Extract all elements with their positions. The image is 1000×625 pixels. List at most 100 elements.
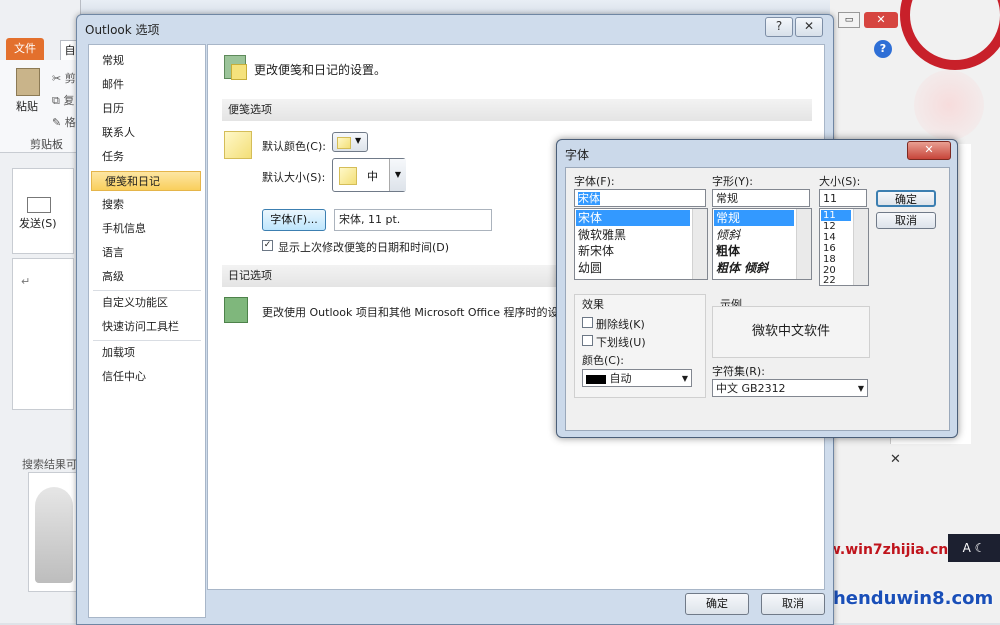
font-preview-field: 宋体, 11 pt. — [334, 209, 492, 231]
return-mark-icon: ↵ — [21, 275, 31, 288]
strikeout-label[interactable]: 删除线(K) — [596, 316, 645, 332]
nav-item-tasks[interactable]: 任务 — [89, 147, 201, 167]
language-bar-icon[interactable]: A ☾ — [948, 534, 1000, 562]
options-ok-button[interactable]: 确定 — [685, 593, 749, 615]
nav-item-contacts[interactable]: 联系人 — [89, 123, 201, 143]
font-option[interactable]: 幼圆 — [576, 260, 602, 276]
underline-label[interactable]: 下划线(U) — [596, 334, 646, 350]
size-option[interactable]: 11 — [821, 210, 851, 221]
nav-divider — [93, 290, 201, 291]
color-select[interactable]: 自动 ▼ — [582, 369, 692, 387]
scissors-icon: ✂ — [52, 72, 62, 85]
font-option[interactable]: 新宋体 — [576, 243, 614, 259]
default-size-picker[interactable]: 中 ▼ — [332, 158, 406, 192]
nav-item-quick-access[interactable]: 快速访问工具栏 — [89, 317, 201, 337]
style-label: 字形(Y): — [712, 175, 754, 188]
size-option[interactable]: 14 — [821, 232, 836, 243]
font-option[interactable]: 微软雅黑 — [576, 227, 626, 243]
notes-journal-icon — [224, 55, 247, 80]
paste-label[interactable]: 粘贴 — [16, 98, 38, 114]
size-list[interactable]: 11 12 14 16 18 20 22 — [819, 208, 869, 286]
size-input[interactable]: 11 — [819, 189, 867, 207]
nav-item-mobile[interactable]: 手机信息 — [89, 219, 201, 239]
nav-item-search[interactable]: 搜索 — [89, 195, 201, 215]
format-painter-button[interactable]: ✎ 格 — [52, 114, 76, 130]
nav-item-addins[interactable]: 加载项 — [89, 343, 201, 363]
default-color-picker[interactable]: ▼ — [332, 132, 368, 152]
paste-icon[interactable] — [16, 68, 40, 96]
size-option[interactable]: 12 — [821, 221, 836, 232]
script-label: 字符集(R): — [712, 365, 765, 378]
brush-icon: ✎ — [52, 116, 62, 129]
nav-item-advanced[interactable]: 高级 — [89, 267, 201, 287]
header-text: 更改便笺和日记的设置。 — [254, 63, 387, 77]
envelope-icon — [27, 197, 51, 213]
message-body[interactable]: ↵ — [12, 258, 74, 410]
font-list[interactable]: 宋体 微软雅黑 新宋体 幼圆 — [574, 208, 708, 280]
style-input[interactable]: 常规 — [712, 189, 810, 207]
options-cancel-button[interactable]: 取消 — [761, 593, 825, 615]
chevron-down-icon: ▼ — [857, 384, 864, 393]
default-color-label: 默认颜色(C): — [262, 140, 326, 153]
decorative-circle — [914, 70, 984, 140]
copy-button[interactable]: ⧉ 复 — [52, 92, 74, 108]
size-option[interactable]: 22 — [821, 275, 836, 285]
font-list-scrollbar[interactable] — [692, 209, 707, 279]
script-select[interactable]: 中文 GB2312 ▼ — [712, 379, 868, 397]
font-dialog-body: 字体(F): 宋体 宋体 微软雅黑 新宋体 幼圆 字形(Y): 常规 常规 倾斜… — [565, 167, 950, 431]
close-window-icon[interactable]: ✕ — [864, 12, 898, 28]
person-silhouette-icon — [35, 487, 73, 583]
sample-preview: 微软中文软件 — [712, 306, 870, 358]
tab-file[interactable]: 文件 — [6, 38, 44, 60]
font-ok-button[interactable]: 确定 — [876, 190, 936, 207]
style-option[interactable]: 粗体 — [714, 243, 740, 259]
journal-text: 更改使用 Outlook 项目和其他 Microsoft Office 程序时的… — [262, 306, 559, 319]
chevron-down-icon: ▼ — [355, 136, 362, 145]
nav-item-general[interactable]: 常规 — [89, 51, 201, 71]
nav-item-trust-center[interactable]: 信任中心 — [89, 367, 201, 387]
color-swatch-icon — [337, 137, 351, 149]
nav-item-customize-ribbon[interactable]: 自定义功能区 — [89, 293, 201, 313]
help-icon[interactable]: ? — [874, 40, 892, 58]
font-input[interactable]: 宋体 — [574, 189, 706, 207]
contact-photo — [28, 472, 80, 592]
nav-item-mail[interactable]: 邮件 — [89, 75, 201, 95]
notes-section-header: 便笺选项 — [222, 99, 812, 121]
watermark-url-2: Shenduwin8.com — [820, 588, 994, 609]
show-date-checkbox[interactable]: ✓ — [262, 240, 273, 251]
nav-item-notes-journal[interactable]: 便笺和日记 — [91, 171, 201, 191]
decorative-logo — [900, 0, 1000, 70]
nav-item-calendar[interactable]: 日历 — [89, 99, 201, 119]
size-list-scrollbar[interactable] — [853, 209, 868, 285]
close-icon[interactable]: ✕ — [890, 452, 901, 467]
dialog-close-button[interactable]: ✕ — [795, 17, 823, 37]
outlook-left-pane: 文件 自 粘贴 ✂ 剪 ⧉ 复 ✎ 格 剪贴板 发送(S) ↵ 搜索结果可 — [0, 0, 81, 623]
underline-checkbox[interactable] — [582, 335, 593, 346]
style-option[interactable]: 常规 — [714, 210, 794, 226]
dialog-help-button[interactable]: ? — [765, 17, 793, 37]
size-option[interactable]: 18 — [821, 254, 836, 265]
color-label: 颜色(C): — [582, 354, 624, 367]
font-option[interactable]: 宋体 — [576, 210, 690, 226]
style-option[interactable]: 粗体 倾斜 — [714, 260, 768, 276]
style-list[interactable]: 常规 倾斜 粗体 粗体 倾斜 — [712, 208, 812, 280]
font-cancel-button[interactable]: 取消 — [876, 212, 936, 229]
cut-button[interactable]: ✂ 剪 — [52, 70, 76, 86]
show-date-label[interactable]: 显示上次修改便笺的日期和时间(D) — [278, 239, 449, 255]
minimize-icon[interactable]: ▭ — [838, 12, 860, 28]
clipboard-group-label: 剪贴板 — [30, 138, 63, 151]
strikeout-checkbox[interactable] — [582, 317, 593, 328]
font-button[interactable]: 字体(F)... — [262, 209, 326, 231]
send-button[interactable]: 发送(S) — [19, 215, 57, 231]
size-option[interactable]: 16 — [821, 243, 836, 254]
color-swatch-icon — [586, 374, 606, 384]
search-results-label: 搜索结果可 — [22, 458, 77, 471]
chevron-down-icon: ▼ — [389, 159, 406, 191]
style-list-scrollbar[interactable] — [796, 209, 811, 279]
size-swatch-icon — [339, 167, 357, 185]
options-nav: 常规 邮件 日历 联系人 任务 便笺和日记 搜索 手机信息 语言 高级 自定义功… — [88, 44, 206, 618]
style-option[interactable]: 倾斜 — [714, 227, 740, 243]
nav-item-language[interactable]: 语言 — [89, 243, 201, 263]
sticky-note-icon — [224, 131, 252, 159]
font-dialog-close-button[interactable]: ✕ — [907, 141, 951, 160]
